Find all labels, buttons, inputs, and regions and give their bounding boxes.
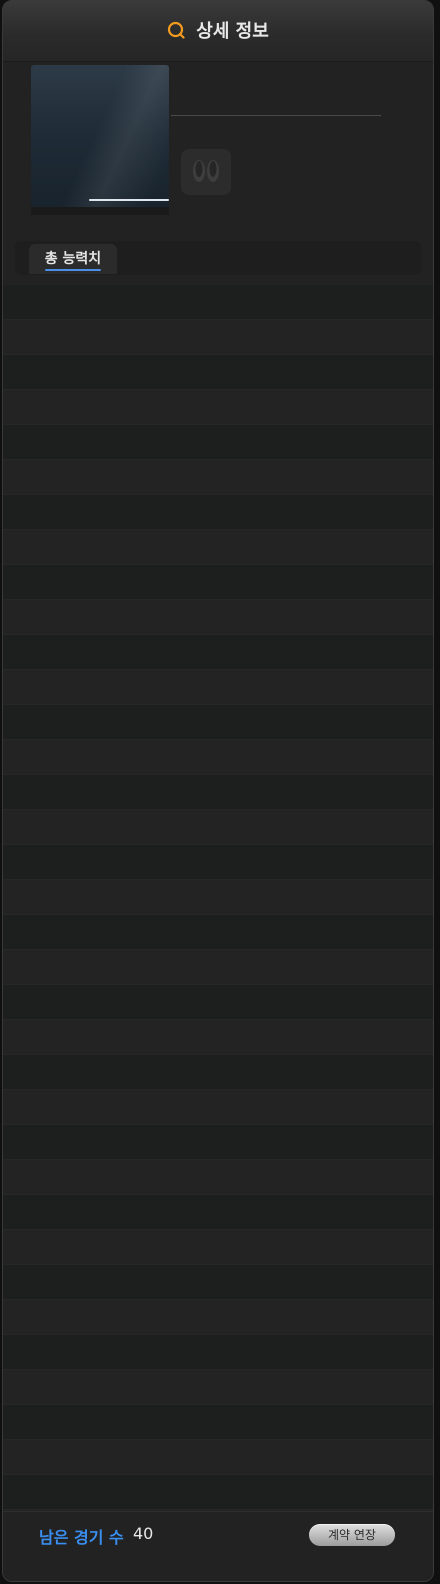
active-tab-indicator <box>45 269 101 271</box>
list-item <box>3 1335 433 1370</box>
page-title: 상세 정보 <box>196 21 269 42</box>
list-item <box>3 320 433 355</box>
search-icon <box>167 21 185 39</box>
stats-list <box>3 285 433 1545</box>
list-item <box>3 390 433 425</box>
remaining-games-count: 40 <box>133 1524 154 1543</box>
list-item <box>3 950 433 985</box>
list-item <box>3 670 433 705</box>
list-item <box>3 495 433 530</box>
list-item <box>3 1370 433 1405</box>
list-item <box>3 1265 433 1300</box>
list-item <box>3 460 433 495</box>
list-item <box>3 1055 433 1090</box>
divider <box>171 115 381 116</box>
footer: 남은 경기 수 40 계약 연장 <box>3 1511 433 1581</box>
list-item <box>3 355 433 390</box>
list-item <box>3 915 433 950</box>
list-item <box>3 635 433 670</box>
list-item <box>3 1475 433 1510</box>
list-item <box>3 565 433 600</box>
list-item <box>3 1090 433 1125</box>
footprint-button[interactable] <box>181 149 231 195</box>
tab-label: 총 능력치 <box>44 251 102 267</box>
list-item <box>3 1440 433 1475</box>
list-item <box>3 1195 433 1230</box>
player-photo <box>31 65 169 207</box>
list-item <box>3 705 433 740</box>
list-item <box>3 845 433 880</box>
list-item <box>3 1300 433 1335</box>
list-item <box>3 775 433 810</box>
remaining-games-label: 남은 경기 수 <box>39 1528 124 1547</box>
header: 상세 정보 <box>3 1 433 62</box>
list-item <box>3 600 433 635</box>
list-item <box>3 1020 433 1055</box>
detail-panel: 상세 정보 총 능력치 남은 경기 수 40 계약 연장 <box>2 0 434 1582</box>
list-item <box>3 425 433 460</box>
renew-contract-button[interactable]: 계약 연장 <box>309 1524 395 1546</box>
list-item <box>3 1405 433 1440</box>
list-item <box>3 880 433 915</box>
footprint-icon <box>193 160 219 182</box>
photo-base <box>31 207 169 215</box>
list-item <box>3 985 433 1020</box>
tab-total-stats[interactable]: 총 능력치 <box>29 244 117 274</box>
list-item <box>3 740 433 775</box>
list-item <box>3 1125 433 1160</box>
list-item <box>3 530 433 565</box>
list-item <box>3 810 433 845</box>
list-item <box>3 285 433 320</box>
list-item <box>3 1160 433 1195</box>
tab-bar: 총 능력치 <box>15 241 421 275</box>
list-item <box>3 1230 433 1265</box>
